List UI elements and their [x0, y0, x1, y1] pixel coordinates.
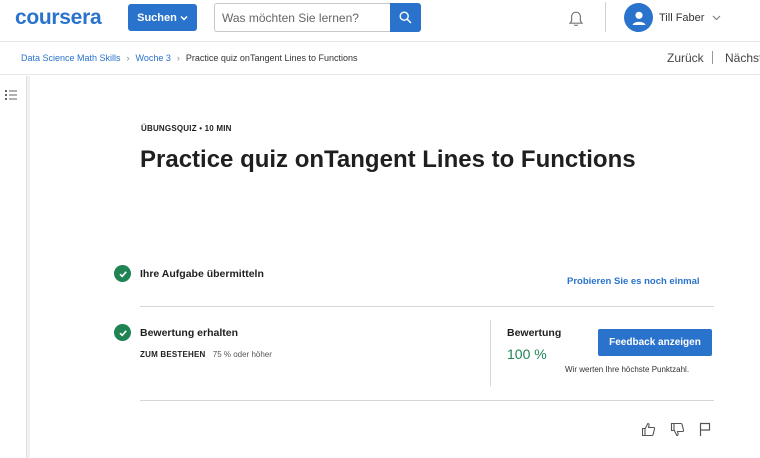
header-divider — [605, 2, 606, 32]
search-dropdown-label: Suchen — [137, 11, 177, 24]
notifications-button[interactable] — [566, 9, 586, 29]
divider — [140, 400, 714, 401]
chevron-down-icon — [713, 15, 721, 20]
page-title: Practice quiz onTangent Lines to Functio… — [140, 146, 636, 173]
chevron-right-icon: › — [126, 53, 130, 63]
coursera-logo[interactable]: coursera — [15, 6, 102, 30]
score-label: Bewertung — [507, 327, 562, 339]
passing-requirement: ZUM BESTEHEN 75 % oder höher — [140, 350, 272, 359]
breadcrumb-bar: Data Science Math Skills › Woche 3 › Pra… — [0, 43, 760, 75]
dislike-button[interactable] — [669, 421, 685, 437]
check-icon — [114, 265, 131, 282]
grade-received-label: Bewertung erhalten — [140, 327, 239, 339]
submit-assignment-label: Ihre Aufgabe übermitteln — [140, 268, 264, 280]
check-icon — [114, 324, 131, 341]
bell-icon — [568, 11, 584, 27]
thumbs-up-icon — [641, 422, 655, 436]
avatar — [624, 3, 653, 32]
search-category-dropdown[interactable]: Suchen — [128, 4, 197, 31]
course-sidebar — [0, 76, 27, 458]
search-icon — [399, 11, 412, 24]
pass-key: ZUM BESTEHEN — [140, 350, 206, 359]
breadcrumb: Data Science Math Skills › Woche 3 › Pra… — [21, 53, 358, 63]
grade-divider — [490, 320, 491, 386]
breadcrumb-link-week[interactable]: Woche 3 — [136, 53, 171, 63]
top-navigation-bar: coursera Suchen Till Faber — [0, 0, 760, 42]
item-type-label: ÜBUNGSQUIZ • 10 MIN — [141, 124, 232, 133]
chevron-right-icon: › — [176, 53, 180, 63]
chevron-down-icon — [180, 15, 188, 21]
thumbs-down-icon — [670, 422, 684, 436]
score-value: 100 % — [507, 346, 547, 362]
user-avatar-icon — [632, 11, 645, 25]
pass-value: 75 % oder höher — [212, 350, 272, 359]
score-note: Wir werten Ihre höchste Punktzahl. — [565, 365, 690, 374]
breadcrumb-current: Practice quiz onTangent Lines to Functio… — [185, 53, 358, 63]
search-input[interactable] — [214, 3, 390, 32]
retry-link[interactable]: Probieren Sie es noch einmal — [567, 276, 700, 287]
user-menu[interactable]: Till Faber — [624, 3, 721, 32]
report-button[interactable] — [697, 421, 713, 437]
flag-icon — [699, 422, 711, 436]
toggle-outline-button[interactable] — [4, 88, 18, 107]
next-link[interactable]: Nächst — [725, 51, 760, 65]
back-link[interactable]: Zurück — [667, 51, 704, 65]
search-submit-button[interactable] — [390, 3, 421, 32]
breadcrumb-link-course[interactable]: Data Science Math Skills — [21, 53, 121, 63]
nav-divider — [712, 51, 713, 64]
view-feedback-button[interactable]: Feedback anzeigen — [598, 329, 712, 356]
list-icon — [5, 90, 17, 100]
divider — [140, 306, 714, 307]
user-name: Till Faber — [659, 11, 705, 24]
like-button[interactable] — [640, 421, 656, 437]
sidebar-shadow — [27, 76, 30, 458]
